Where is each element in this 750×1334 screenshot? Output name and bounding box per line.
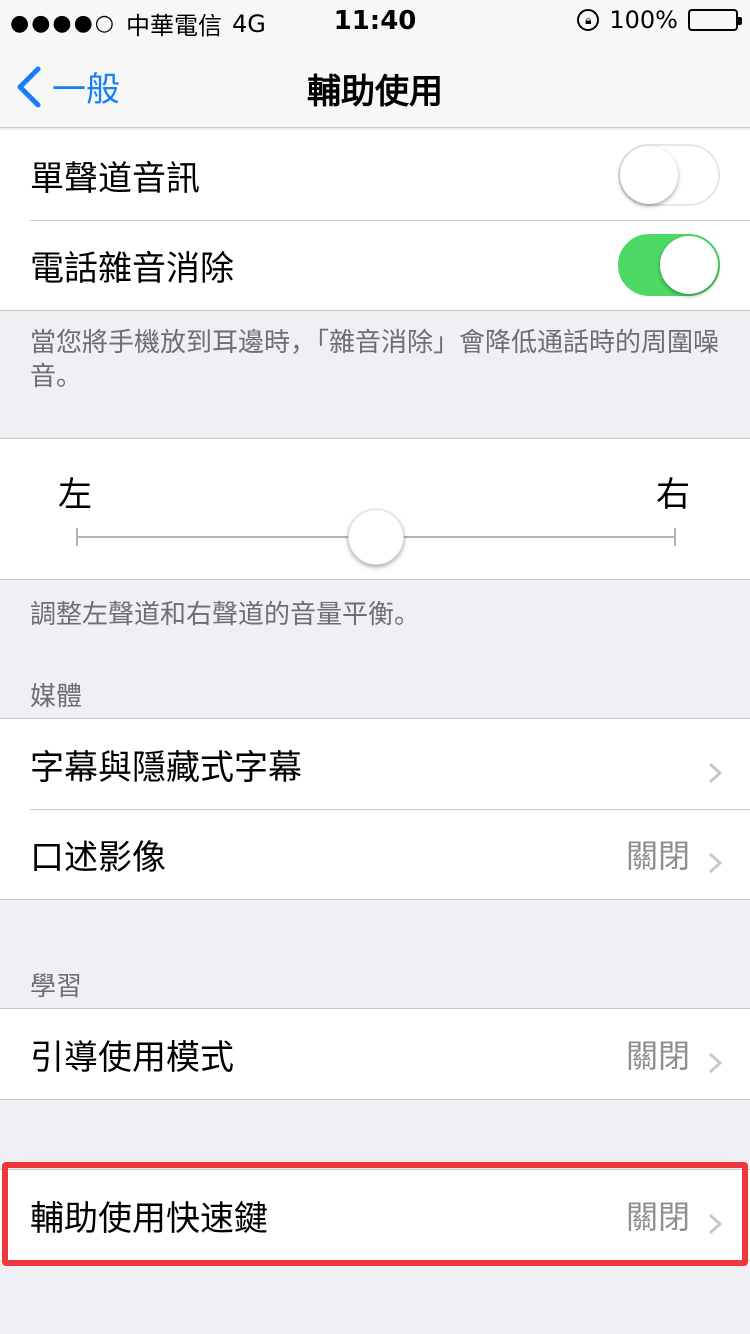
- navigation-bar: 一般 輔助使用: [0, 40, 750, 128]
- noise-cancel-footnote: 當您將手機放到耳邊時，「雜音消除」會降低通話時的周圍噪音。: [30, 328, 720, 392]
- toggle-knob: [620, 146, 678, 204]
- rotation-lock-icon: 🔒︎: [577, 9, 600, 31]
- toggle-knob: [660, 236, 718, 294]
- mono-audio-toggle[interactable]: [618, 144, 720, 206]
- balance-left-label: 左: [58, 475, 92, 515]
- guided-access-label: 引導使用模式: [30, 1037, 234, 1078]
- media-group: 字幕與隱藏式字幕 口述影像 關閉: [0, 718, 750, 900]
- audio-description-row[interactable]: 口述影像 關閉: [0, 809, 750, 899]
- captions-label: 字幕與隱藏式字幕: [30, 747, 302, 788]
- learning-group: 引導使用模式 關閉: [0, 1008, 750, 1100]
- status-right: 🔒︎ 100%: [577, 6, 742, 34]
- chevron-right-icon: [708, 1043, 723, 1074]
- battery-percent: 100%: [609, 6, 678, 34]
- shortcut-group: 輔助使用快速鍵 關閉: [0, 1169, 750, 1261]
- top-bar: ●●●●○ 中華電信 4G 11:40 🔒︎ 100% 一般 輔助使用: [0, 0, 750, 128]
- slider-tick-right: [674, 528, 676, 546]
- noise-cancel-toggle[interactable]: [618, 234, 720, 296]
- chevron-right-icon: [708, 753, 723, 784]
- status-bar: ●●●●○ 中華電信 4G 11:40 🔒︎ 100%: [0, 0, 750, 40]
- guided-access-row[interactable]: 引導使用模式 關閉: [0, 1009, 750, 1099]
- audio-group: 單聲道音訊 電話雜音消除: [0, 130, 750, 311]
- page-title: 輔助使用: [307, 72, 443, 112]
- audio-description-label: 口述影像: [30, 837, 166, 878]
- chevron-right-icon: [708, 1204, 723, 1235]
- slider-tick-left: [76, 528, 78, 546]
- balance-slider-thumb[interactable]: [348, 509, 404, 565]
- audio-description-value: 關閉: [625, 837, 690, 875]
- learning-section-header: 學習: [30, 972, 83, 1002]
- accessibility-settings-screen: ●●●●○ 中華電信 4G 11:40 🔒︎ 100% 一般 輔助使用 單聲道音…: [0, 0, 750, 1334]
- mono-audio-label: 單聲道音訊: [30, 158, 200, 199]
- accessibility-shortcut-label: 輔助使用快速鍵: [30, 1198, 268, 1239]
- balance-right-label: 右: [656, 475, 690, 515]
- accessibility-shortcut-row[interactable]: 輔助使用快速鍵 關閉: [0, 1170, 750, 1260]
- mono-audio-row: 單聲道音訊: [0, 130, 750, 220]
- accessibility-shortcut-value: 關閉: [625, 1198, 690, 1236]
- noise-cancel-row: 電話雜音消除: [0, 220, 750, 310]
- battery-icon: [688, 9, 742, 31]
- captions-row[interactable]: 字幕與隱藏式字幕: [0, 719, 750, 809]
- balance-footnote: 調整左聲道和右聲道的音量平衡。: [30, 600, 421, 630]
- media-section-header: 媒體: [30, 682, 83, 712]
- noise-cancel-label: 電話雜音消除: [30, 248, 234, 289]
- chevron-right-icon: [708, 843, 723, 874]
- guided-access-value: 關閉: [625, 1037, 690, 1075]
- balance-slider-group: 左 右: [0, 438, 750, 580]
